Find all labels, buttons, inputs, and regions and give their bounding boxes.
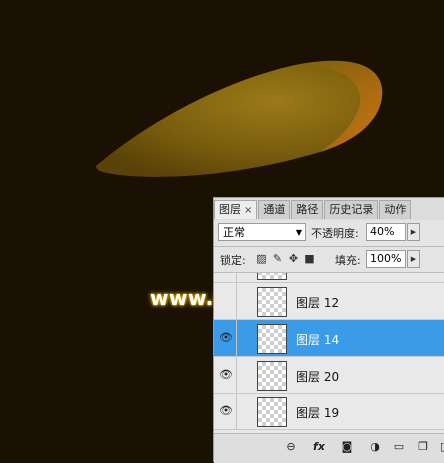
mask-icon[interactable]: ◙ <box>340 440 354 454</box>
lock-transparent-icon[interactable]: ▨ <box>255 252 268 265</box>
fill-slider-button[interactable]: ▶ <box>407 250 420 268</box>
layer-name: 图层 19 <box>296 406 340 420</box>
panel-footer: ⊖ fx ◙ ◑ ▭ ❐ ▯ <box>214 433 444 463</box>
layer-visibility-toggle[interactable] <box>214 283 237 319</box>
eye-icon: 👁 <box>219 368 233 381</box>
fx-icon[interactable]: fx <box>312 440 326 454</box>
layer-name: 图层 12 <box>296 296 340 310</box>
blend-row: 正常 ▼ 不透明度: 40% ▶ <box>214 220 444 247</box>
new-layer-icon[interactable]: ❐ <box>416 440 430 454</box>
trash-icon[interactable]: ▯ <box>436 440 444 454</box>
opacity-label: 不透明度: <box>311 227 359 240</box>
link-icon[interactable]: ⊖ <box>284 440 298 454</box>
blend-mode-value: 正常 <box>223 226 245 239</box>
tab-layers[interactable]: 图层 × <box>214 200 258 219</box>
tab-actions[interactable]: 动作 <box>379 200 412 219</box>
layer-visibility-toggle[interactable]: 👁 <box>214 357 237 393</box>
layer-visibility-toggle[interactable]: 👁 <box>214 320 237 356</box>
close-icon[interactable]: × <box>244 205 252 216</box>
folder-icon[interactable]: ▭ <box>392 440 406 454</box>
tab-history[interactable]: 历史记录 <box>324 200 379 219</box>
layers-panel: 图层 × 通道 路径 历史记录 动作 正常 ▼ 不透明度: 40% ▶ 锁定: ▨… <box>213 197 444 463</box>
eye-icon: 👁 <box>219 331 233 344</box>
opacity-slider-button[interactable]: ▶ <box>407 223 420 241</box>
layer-row-partial[interactable] <box>214 273 444 283</box>
layer-row[interactable]: 👁 图层 20 <box>214 357 444 394</box>
tab-paths[interactable]: 路径 <box>291 200 324 219</box>
fill-input[interactable]: 100% <box>366 250 406 268</box>
layer-thumbnail <box>257 361 287 391</box>
lock-row: 锁定: ▨ ✎ ✥ ■ 填充: 100% ▶ <box>214 247 444 273</box>
layer-row[interactable]: 👁 图层 19 <box>214 393 444 430</box>
panel-tabs: 图层 × 通道 路径 历史记录 动作 <box>214 200 412 219</box>
layer-thumbnail <box>257 287 287 317</box>
eye-icon: 👁 <box>219 404 233 417</box>
layer-thumbnail <box>257 273 287 280</box>
lock-brush-icon[interactable]: ✎ <box>271 252 284 265</box>
fill-label: 填充: <box>335 254 361 267</box>
tab-layers-label: 图层 <box>219 203 241 216</box>
layer-row-selected[interactable]: 👁 图层 14 <box>214 320 444 357</box>
blend-mode-select[interactable]: 正常 ▼ <box>218 223 306 241</box>
layer-row[interactable]: 图层 12 <box>214 283 444 320</box>
layer-name: 图层 14 <box>296 333 340 347</box>
lock-all-icon[interactable]: ■ <box>303 252 316 265</box>
layer-thumbnail <box>257 324 287 354</box>
layer-visibility-toggle[interactable] <box>214 273 237 282</box>
layer-list: 图层 12 👁 图层 14 👁 图层 20 👁 图层 19 <box>214 273 444 433</box>
dropdown-arrow-icon: ▼ <box>295 228 302 237</box>
layer-thumbnail <box>257 397 287 427</box>
layer-visibility-toggle[interactable]: 👁 <box>214 393 237 429</box>
layer-name: 图层 20 <box>296 370 340 384</box>
adjustment-icon[interactable]: ◑ <box>368 440 382 454</box>
lock-label: 锁定: <box>220 254 246 267</box>
lock-move-icon[interactable]: ✥ <box>287 252 300 265</box>
tab-channels[interactable]: 通道 <box>258 200 291 219</box>
opacity-input[interactable]: 40% <box>366 223 406 241</box>
